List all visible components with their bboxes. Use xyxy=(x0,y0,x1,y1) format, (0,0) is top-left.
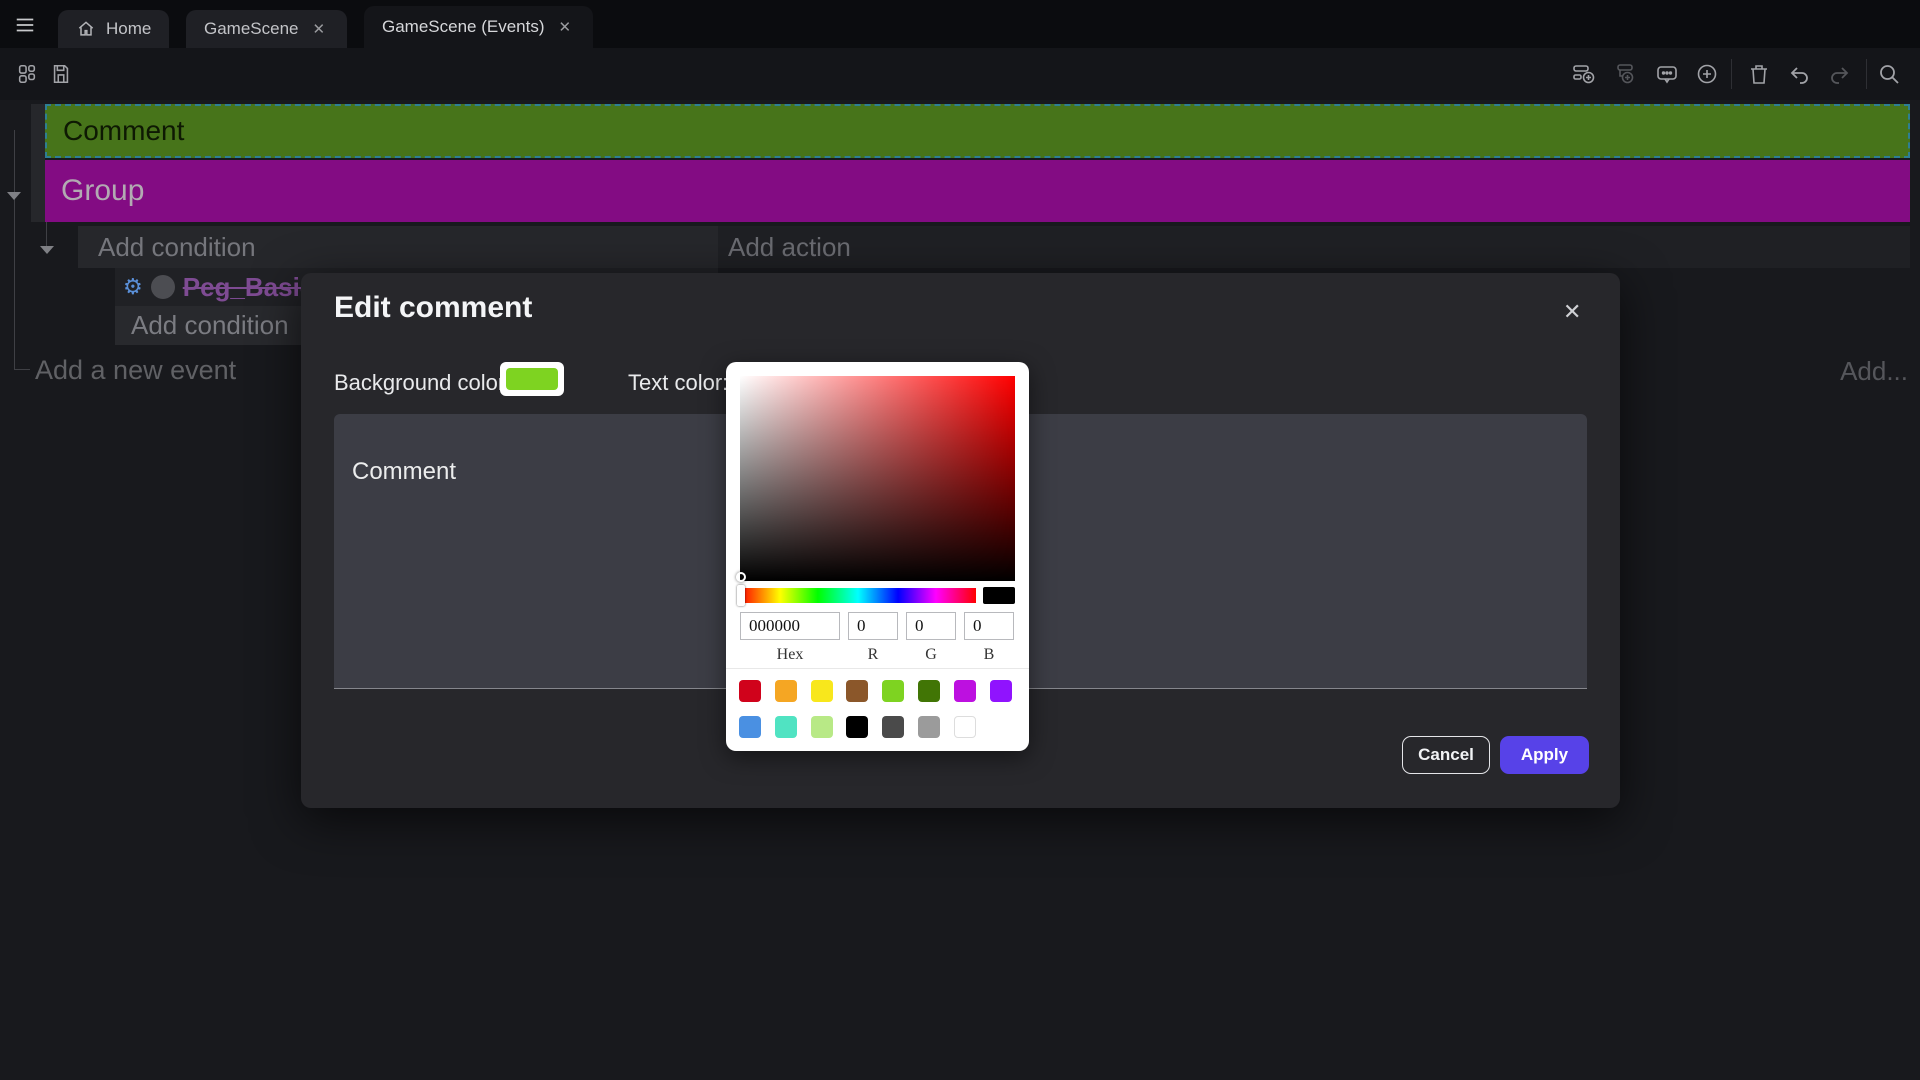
preset-swatch[interactable] xyxy=(882,680,904,702)
background-color-swatch xyxy=(506,368,558,390)
close-icon[interactable]: ✕ xyxy=(555,16,576,38)
behavior-gear-icon: ⚙ xyxy=(123,274,143,300)
close-icon[interactable]: ✕ xyxy=(309,18,330,40)
redo-icon xyxy=(1828,62,1852,86)
tree-guide-elbow xyxy=(14,369,30,370)
search-icon xyxy=(1877,62,1901,86)
tab-label: GameScene (Events) xyxy=(382,17,545,37)
event-drag-gutter[interactable] xyxy=(31,104,45,222)
red-label: R xyxy=(848,646,898,664)
saturation-cursor[interactable] xyxy=(736,572,746,582)
toolbar-separator xyxy=(1866,59,1867,89)
blue-label: B xyxy=(964,646,1014,664)
add-event-icon xyxy=(1572,62,1596,86)
preset-swatch[interactable] xyxy=(846,680,868,702)
apply-button[interactable]: Apply xyxy=(1500,736,1589,774)
subevent-arrow-icon xyxy=(40,246,54,254)
tab-home[interactable]: Home xyxy=(58,10,169,48)
group-event-row[interactable]: Group xyxy=(45,160,1910,222)
choose-event-type-button[interactable] xyxy=(1694,61,1720,87)
expand-group-icon[interactable] xyxy=(7,192,21,200)
redo-button[interactable] xyxy=(1827,61,1853,87)
undo-icon xyxy=(1787,62,1811,86)
toolbar: Preview ▾ Publish xyxy=(0,48,1920,100)
preset-swatch[interactable] xyxy=(846,716,868,738)
add-condition-button[interactable]: Add condition xyxy=(78,226,718,268)
red-input[interactable] xyxy=(848,612,898,640)
preset-swatch[interactable] xyxy=(954,716,976,738)
add-subevent-icon xyxy=(1614,62,1638,86)
delete-button[interactable] xyxy=(1746,61,1772,87)
preset-swatch[interactable] xyxy=(811,716,833,738)
search-button[interactable] xyxy=(1876,61,1902,87)
hue-slider-handle[interactable] xyxy=(737,585,745,606)
tab-gamescene[interactable]: GameScene ✕ xyxy=(186,10,347,48)
picker-divider xyxy=(726,668,1029,669)
comment-bubble-icon xyxy=(1655,62,1679,86)
current-color-preview xyxy=(983,587,1015,604)
preset-swatch[interactable] xyxy=(918,716,940,738)
preset-swatch[interactable] xyxy=(990,680,1012,702)
hex-input[interactable] xyxy=(740,612,840,640)
add-comment-button[interactable] xyxy=(1654,61,1680,87)
preset-swatch[interactable] xyxy=(954,680,976,702)
tab-gamescene-events[interactable]: GameScene (Events) ✕ xyxy=(364,6,593,48)
hex-label: Hex xyxy=(740,646,840,664)
save-button[interactable] xyxy=(48,61,74,87)
preset-swatch[interactable] xyxy=(775,716,797,738)
add-subevent-button[interactable] xyxy=(1613,61,1639,87)
saturation-value-area[interactable] xyxy=(740,376,1015,581)
tab-label: GameScene xyxy=(204,19,299,39)
save-icon xyxy=(50,63,72,85)
toolbar-separator xyxy=(1731,59,1732,89)
home-icon xyxy=(76,19,96,39)
main-menu-button[interactable] xyxy=(12,12,38,38)
background-color-chip[interactable] xyxy=(500,362,564,396)
text-color-label: Text color: xyxy=(628,370,728,396)
green-input[interactable] xyxy=(906,612,956,640)
background-color-label: Background color: xyxy=(334,370,511,396)
hue-slider[interactable] xyxy=(740,588,976,603)
layout-panels-icon xyxy=(16,63,38,85)
group-row-text: Group xyxy=(61,174,144,208)
comment-event-row[interactable]: Comment xyxy=(45,104,1910,158)
undo-button[interactable] xyxy=(1786,61,1812,87)
add-new-event-button[interactable]: Add a new event xyxy=(35,355,236,386)
add-action-button[interactable]: Add action xyxy=(718,226,1910,268)
tree-guide-line xyxy=(14,130,15,370)
comment-row-text: Comment xyxy=(63,115,184,147)
add-event-button[interactable] xyxy=(1571,61,1597,87)
preset-swatch[interactable] xyxy=(775,680,797,702)
preset-swatch[interactable] xyxy=(918,680,940,702)
tab-label: Home xyxy=(106,19,151,39)
blue-input[interactable] xyxy=(964,612,1014,640)
gdevelop-window: Home GameScene ✕ GameScene (Events) ✕ xyxy=(0,0,1920,1080)
object-thumbnail xyxy=(151,275,175,299)
hamburger-icon xyxy=(14,14,36,36)
add-button-truncated[interactable]: Add... xyxy=(1790,356,1908,387)
color-picker-popup: Hex R G B xyxy=(726,362,1029,751)
preset-swatch[interactable] xyxy=(739,680,761,702)
close-icon: ✕ xyxy=(1563,299,1581,324)
trash-icon xyxy=(1747,62,1771,86)
circle-plus-icon xyxy=(1695,62,1719,86)
dialog-close-button[interactable]: ✕ xyxy=(1563,301,1581,323)
preset-swatch[interactable] xyxy=(739,716,761,738)
green-label: G xyxy=(906,646,956,664)
tab-bar: Home GameScene ✕ GameScene (Events) ✕ xyxy=(0,0,1920,48)
cancel-button[interactable]: Cancel xyxy=(1402,736,1490,774)
preset-swatch[interactable] xyxy=(811,680,833,702)
toggle-panels-button[interactable] xyxy=(14,61,40,87)
preset-swatch[interactable] xyxy=(882,716,904,738)
dialog-title: Edit comment xyxy=(334,291,532,325)
subevent-guide-line xyxy=(46,222,47,246)
